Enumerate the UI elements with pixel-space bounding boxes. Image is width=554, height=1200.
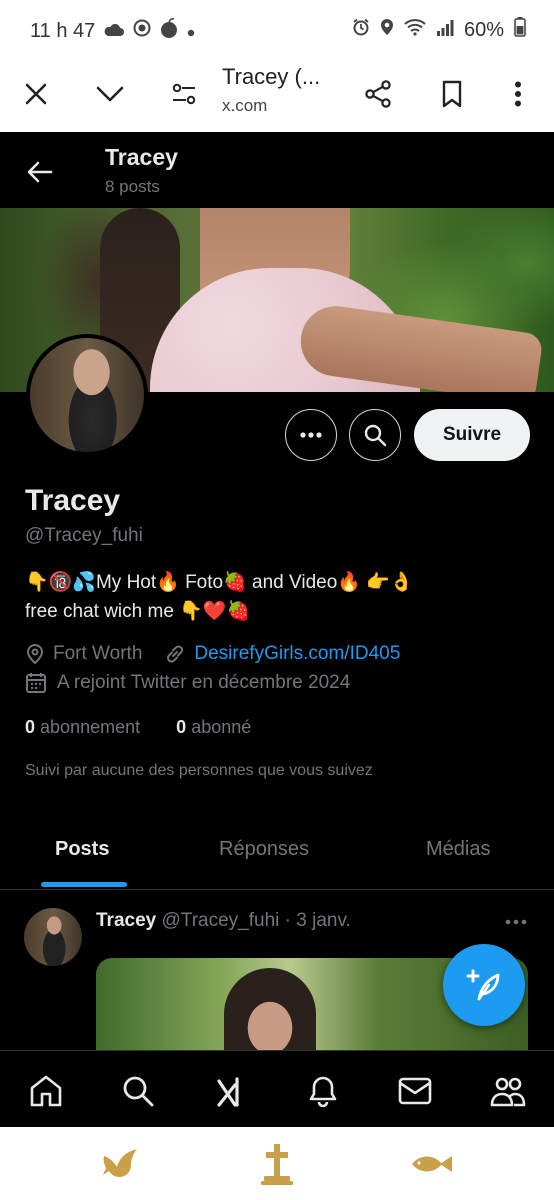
apple-icon (159, 17, 179, 45)
bookmark-icon[interactable] (428, 70, 476, 118)
post-date[interactable]: 3 janv. (296, 910, 351, 931)
header-name: Tracey (105, 144, 178, 170)
tune-icon[interactable] (160, 70, 208, 118)
fish-icon[interactable] (409, 1141, 455, 1187)
alarm-icon (352, 18, 370, 42)
profile-handle: @Tracey_fuhi (25, 525, 143, 546)
profile-meta-row: Fort Worth DesirefyGirls.com/ID405 (25, 643, 400, 665)
profile-tabs: Posts Réponses Médias (0, 818, 554, 890)
signal-icon (436, 19, 454, 42)
post-author-handle[interactable]: @Tracey_fuhi (162, 910, 280, 931)
profile-location: Fort Worth (53, 643, 143, 664)
home-icon[interactable] (26, 1071, 66, 1111)
browser-page-title: Tracey (... (222, 64, 321, 89)
record-icon (133, 19, 151, 43)
status-bar: 11 h 47 60% (0, 0, 554, 56)
search-icon[interactable] (118, 1071, 158, 1111)
cross-icon[interactable] (254, 1141, 300, 1187)
search-profile-button[interactable] (349, 409, 401, 461)
grok-icon[interactable] (211, 1071, 251, 1111)
close-icon[interactable] (12, 70, 60, 118)
profile-header: Tracey 8 posts (0, 132, 554, 208)
active-tab-indicator (41, 882, 127, 887)
followed-by-text: Suivi par aucune des personnes que vous … (25, 762, 373, 779)
system-navigation-bar (0, 1127, 554, 1200)
location-icon (25, 643, 45, 665)
back-arrow-icon[interactable] (20, 152, 60, 192)
tab-posts[interactable]: Posts (55, 838, 109, 861)
communities-icon[interactable] (488, 1071, 528, 1111)
notifications-icon[interactable] (303, 1071, 343, 1111)
followers-link[interactable]: 0 abonné (176, 717, 251, 737)
follow-stats: 0 abonnement 0 abonné (25, 717, 251, 738)
status-time: 11 h 47 (30, 19, 96, 42)
profile-avatar[interactable] (26, 334, 148, 456)
post-separator: · (284, 910, 291, 931)
follow-button[interactable]: Suivre (414, 409, 530, 461)
tab-media[interactable]: Médias (426, 838, 490, 861)
chevron-down-icon[interactable] (86, 70, 134, 118)
dot-icon (187, 20, 195, 43)
profile-joined-date: A rejoint Twitter en décembre 2024 (57, 672, 351, 693)
post-author-name[interactable]: Tracey (96, 910, 156, 931)
post-avatar[interactable] (24, 908, 82, 966)
profile-joined-row: A rejoint Twitter en décembre 2024 (25, 672, 350, 694)
more-options-button[interactable] (285, 409, 337, 461)
compose-feather-icon (466, 969, 500, 1001)
compose-post-button[interactable] (443, 944, 525, 1026)
header-posts-count: 8 posts (105, 177, 160, 196)
bio-line-2: free chat wich me 👇❤️🍓 (25, 601, 251, 622)
bio-line-1: 👇🔞💦My Hot🔥 Foto🍓 and Video🔥 👉👌 (25, 572, 414, 593)
profile-name: Tracey (25, 484, 121, 517)
dove-icon[interactable] (98, 1141, 144, 1187)
battery-icon (514, 17, 526, 43)
calendar-icon (25, 672, 47, 694)
post-header: Tracey @Tracey_fuhi · 3 janv. (96, 910, 351, 932)
messages-icon[interactable] (395, 1071, 435, 1111)
following-link[interactable]: 0 abonnement (25, 717, 140, 737)
post-more-icon[interactable] (500, 908, 532, 936)
link-icon (164, 643, 186, 665)
browser-toolbar: Tracey (... x.com (0, 56, 554, 132)
profile-website-link[interactable]: DesirefyGirls.com/ID405 (194, 643, 400, 665)
battery-percent: 60% (463, 18, 504, 41)
tab-replies[interactable]: Réponses (219, 838, 309, 861)
bottom-navigation (0, 1050, 554, 1127)
wifi-icon (404, 18, 426, 42)
browser-domain: x.com (222, 96, 268, 115)
cloud-icon (103, 20, 125, 43)
profile-bio: 👇🔞💦My Hot🔥 Foto🍓 and Video🔥 👉👌 free chat… (25, 568, 535, 626)
more-vertical-icon[interactable] (494, 70, 542, 118)
share-icon[interactable] (354, 70, 402, 118)
location-icon (380, 18, 394, 42)
